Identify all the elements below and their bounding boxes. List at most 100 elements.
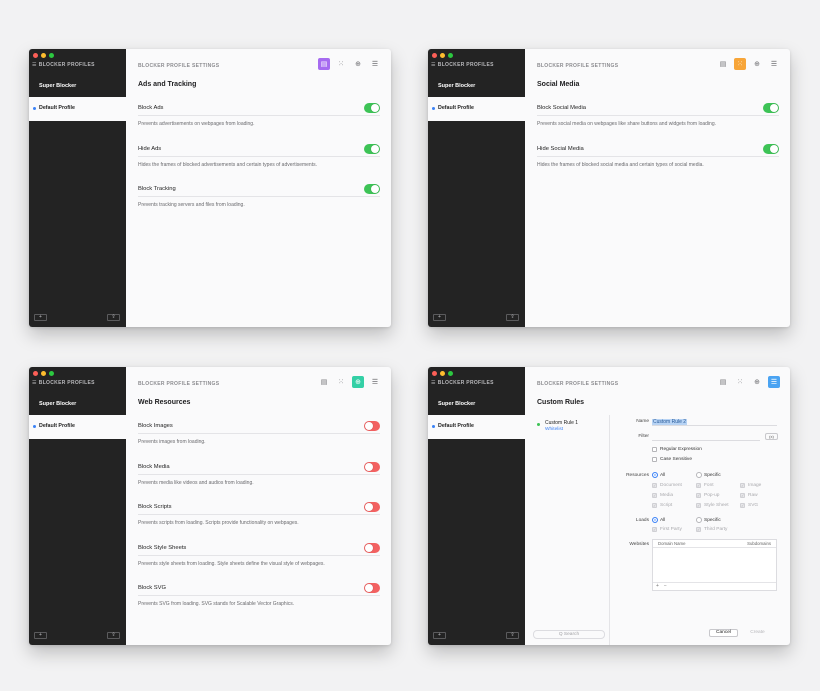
- zoom-window-button[interactable]: [448, 53, 453, 58]
- filter-field[interactable]: [652, 433, 760, 441]
- resource-image-checkbox[interactable]: ✓ Image: [740, 483, 761, 488]
- resource-document-checkbox[interactable]: ✓ Document: [652, 483, 682, 488]
- resource-script-checkbox[interactable]: ✓ Script: [652, 503, 672, 508]
- close-window-button[interactable]: [33, 53, 38, 58]
- block-style-sheets-toggle[interactable]: [364, 543, 380, 553]
- resource-media-checkbox[interactable]: ✓ Media: [652, 493, 673, 498]
- add-profile-button[interactable]: +: [433, 632, 446, 639]
- zoom-window-button[interactable]: [49, 53, 54, 58]
- selected-dot-icon: [432, 107, 435, 110]
- tab-web-resources[interactable]: ⊕: [751, 376, 763, 388]
- section-title: Social Media: [537, 81, 580, 88]
- load-third-party-checkbox[interactable]: ✓ Third Party: [696, 527, 727, 532]
- sidebar-title: ☰ BLOCKER PROFILES: [431, 380, 494, 386]
- share-icon[interactable]: ⇪: [506, 632, 519, 639]
- tab-ads[interactable]: ▤: [717, 376, 729, 388]
- block-ads-toggle[interactable]: [364, 103, 380, 113]
- add-profile-button[interactable]: +: [34, 314, 47, 321]
- block-scripts-toggle[interactable]: [364, 502, 380, 512]
- case-sensitive-checkbox[interactable]: Case Sensitive: [652, 457, 692, 462]
- tab-custom-rules[interactable]: ☰: [768, 58, 780, 70]
- tab-social[interactable]: ⁙: [734, 376, 746, 388]
- loads-specific-radio[interactable]: Specific: [696, 517, 721, 523]
- minimize-window-button[interactable]: [41, 371, 46, 376]
- sidebar-title: ☰ BLOCKER PROFILES: [431, 62, 494, 68]
- remove-website-button[interactable]: −: [664, 583, 667, 590]
- name-label: Name: [636, 419, 649, 424]
- setting-name: Block Media: [138, 464, 170, 470]
- close-window-button[interactable]: [432, 371, 437, 376]
- category-tabs: ▤ ⁙ ⊕ ☰: [717, 58, 780, 70]
- block-tracking-toggle[interactable]: [364, 184, 380, 194]
- tab-web-resources[interactable]: ⊕: [352, 376, 364, 388]
- window-custom-rules: ☰ BLOCKER PROFILES Super Blocker Default …: [428, 367, 790, 645]
- cancel-button[interactable]: Cancel: [709, 629, 738, 637]
- regex-button[interactable]: (x): [765, 433, 778, 440]
- minimize-window-button[interactable]: [440, 53, 445, 58]
- resource-raw-checkbox[interactable]: ✓ Raw: [740, 493, 758, 498]
- minimize-window-button[interactable]: [41, 53, 46, 58]
- close-window-button[interactable]: [33, 371, 38, 376]
- loads-all-radio[interactable]: All: [652, 517, 665, 523]
- resource-popup-checkbox[interactable]: ✓ Pop-up: [696, 493, 719, 498]
- add-website-button[interactable]: +: [656, 583, 659, 590]
- tab-ads[interactable]: ▤: [318, 58, 330, 70]
- websites-table: Domain Name Subdomains + −: [652, 539, 777, 591]
- resource-font-checkbox[interactable]: ✓ Font: [696, 483, 714, 488]
- block-svg-toggle[interactable]: [364, 583, 380, 593]
- block-media-toggle[interactable]: [364, 462, 380, 472]
- setting-hide-social-media: Hide Social Media Hides the frames of bl…: [537, 143, 779, 168]
- tab-custom-rules[interactable]: ☰: [369, 58, 381, 70]
- search-input[interactable]: Q Search: [533, 630, 605, 639]
- tab-web-resources[interactable]: ⊕: [751, 58, 763, 70]
- setting-name: Block SVG: [138, 585, 167, 591]
- window-controls: [432, 53, 453, 58]
- zoom-window-button[interactable]: [49, 371, 54, 376]
- tab-social[interactable]: ⁙: [335, 58, 347, 70]
- tab-ads[interactable]: ▤: [318, 376, 330, 388]
- resources-all-radio[interactable]: All: [652, 472, 665, 478]
- setting-description: Prevents style sheets from loading. Styl…: [138, 561, 325, 567]
- hide-social-media-toggle[interactable]: [763, 144, 779, 154]
- load-first-party-checkbox[interactable]: ✓ First Party: [652, 527, 682, 532]
- resources-specific-radio[interactable]: Specific: [696, 472, 721, 478]
- close-window-button[interactable]: [432, 53, 437, 58]
- add-profile-button[interactable]: +: [34, 632, 47, 639]
- window-social-media: ☰ BLOCKER PROFILES Super Blocker Default …: [428, 49, 790, 327]
- hide-ads-toggle[interactable]: [364, 144, 380, 154]
- block-images-toggle[interactable]: [364, 421, 380, 431]
- page-header: BLOCKER PROFILE SETTINGS: [138, 381, 220, 387]
- block-social-media-toggle[interactable]: [763, 103, 779, 113]
- resource-style-sheet-checkbox[interactable]: ✓ Style Sheet: [696, 503, 729, 508]
- enabled-dot-icon: [537, 423, 540, 426]
- tab-social[interactable]: ⁙: [335, 376, 347, 388]
- setting-block-ads: Block Ads Prevents advertisements on web…: [138, 102, 380, 127]
- sidebar: ☰ BLOCKER PROFILES Super Blocker Default …: [29, 49, 126, 327]
- tab-web-resources[interactable]: ⊕: [352, 58, 364, 70]
- resource-svg-checkbox[interactable]: ✓ SVG: [740, 503, 758, 508]
- zoom-window-button[interactable]: [448, 371, 453, 376]
- add-profile-button[interactable]: +: [433, 314, 446, 321]
- sidebar-item-default-profile[interactable]: Default Profile: [428, 97, 525, 121]
- setting-description: Prevents tracking servers and files from…: [138, 202, 245, 208]
- tab-social[interactable]: ⁙: [734, 58, 746, 70]
- list-icon: ☰: [431, 62, 436, 68]
- filter-label: Filter: [638, 434, 649, 439]
- loads-label: Loads: [635, 518, 649, 523]
- create-button[interactable]: Create: [743, 629, 772, 637]
- share-icon[interactable]: ⇪: [107, 632, 120, 639]
- tab-custom-rules[interactable]: ☰: [768, 376, 780, 388]
- share-icon[interactable]: ⇪: [506, 314, 519, 321]
- window-controls: [33, 53, 54, 58]
- sidebar-item-default-profile[interactable]: Default Profile: [29, 415, 126, 439]
- sidebar-item-default-profile[interactable]: Default Profile: [428, 415, 525, 439]
- sidebar-item-default-profile[interactable]: Default Profile: [29, 97, 126, 121]
- setting-description: Prevents advertisements on webpages from…: [138, 121, 255, 127]
- minimize-window-button[interactable]: [440, 371, 445, 376]
- share-icon[interactable]: ⇪: [107, 314, 120, 321]
- table-footer: + −: [653, 582, 776, 590]
- resources-label: Resources: [626, 473, 649, 478]
- regular-expression-checkbox[interactable]: Regular Expression: [652, 447, 702, 452]
- tab-ads[interactable]: ▤: [717, 58, 729, 70]
- tab-custom-rules[interactable]: ☰: [369, 376, 381, 388]
